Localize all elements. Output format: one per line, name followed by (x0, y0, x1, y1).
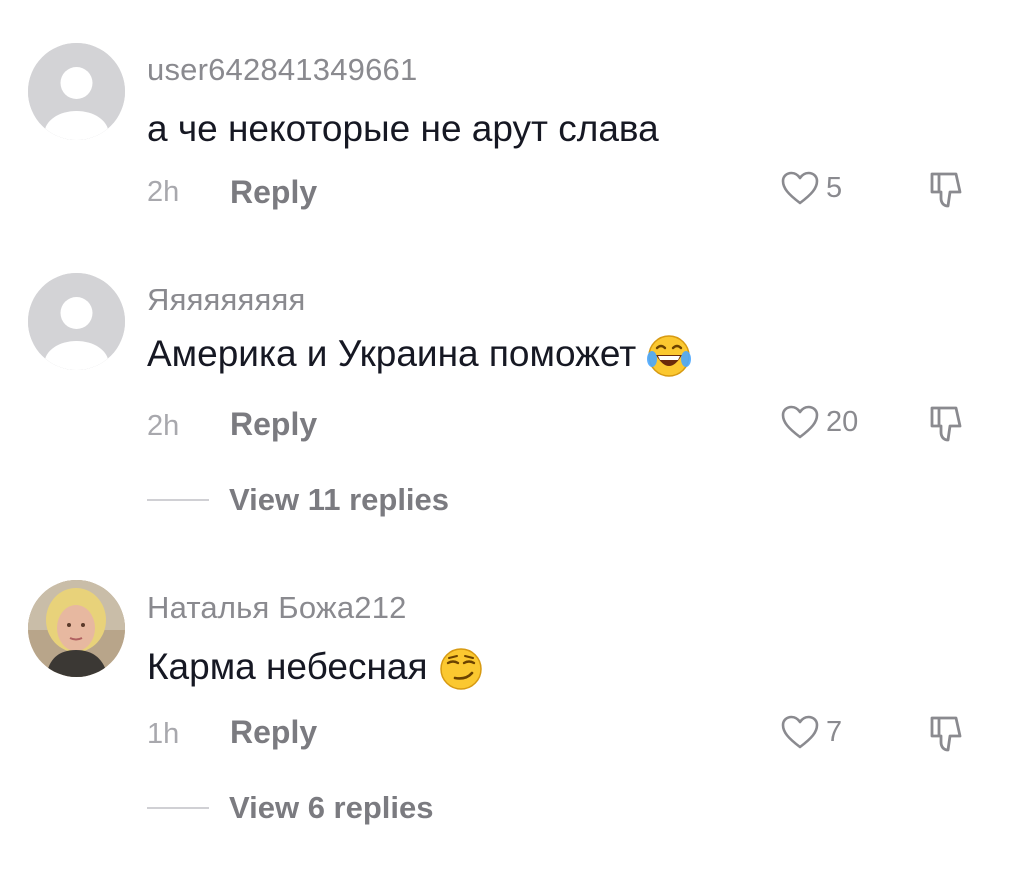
thumbs-down-icon (930, 172, 962, 208)
heart-icon (781, 171, 819, 205)
thumbs-down-icon (930, 716, 962, 752)
divider-line (147, 499, 209, 501)
view-replies-label: View 6 replies (229, 790, 434, 825)
reply-button[interactable]: Reply (230, 406, 317, 443)
like-button[interactable]: 20 (780, 404, 858, 440)
comment-text: Америка и Украина поможет (147, 333, 692, 379)
comment-username[interactable]: Яяяяяяяяя (147, 282, 305, 318)
avatar[interactable] (28, 43, 125, 140)
divider-line (147, 807, 209, 809)
heart-icon (781, 715, 819, 749)
view-replies-button[interactable]: View 6 replies (147, 790, 434, 826)
comment-text: а че некоторые не арут слава (147, 108, 659, 149)
avatar[interactable] (28, 273, 125, 370)
like-button[interactable]: 7 (780, 714, 842, 750)
like-button[interactable]: 5 (780, 170, 842, 206)
face-with-tears-of-joy-icon (647, 335, 692, 377)
like-count: 7 (826, 715, 843, 748)
comment-username[interactable]: Наталья Божа212 (147, 590, 407, 626)
like-count: 20 (826, 405, 859, 438)
dislike-button[interactable] (928, 170, 964, 215)
view-replies-button[interactable]: View 11 replies (147, 482, 449, 518)
like-count: 5 (826, 171, 843, 204)
comment-text-content: Америка и Украина поможет (147, 333, 637, 374)
dislike-button[interactable] (928, 714, 964, 759)
smirking-face-icon (439, 648, 482, 690)
comment-time: 2h (147, 410, 180, 442)
comment-time: 2h (147, 176, 180, 208)
user-photo-avatar-icon (28, 580, 125, 677)
reply-button[interactable]: Reply (230, 174, 317, 211)
dislike-button[interactable] (928, 404, 964, 449)
default-avatar-icon (28, 43, 125, 140)
reply-button[interactable]: Reply (230, 714, 317, 751)
comment-text-content: Карма небесная (147, 646, 428, 687)
thumbs-down-icon (930, 406, 962, 442)
view-replies-label: View 11 replies (229, 482, 450, 517)
comment-text: Карма небесная (147, 646, 484, 692)
avatar[interactable] (28, 580, 125, 677)
default-avatar-icon (28, 273, 125, 370)
heart-icon (781, 405, 819, 439)
comment-username[interactable]: user642841349661 (147, 52, 417, 88)
comment-time: 1h (147, 718, 180, 750)
